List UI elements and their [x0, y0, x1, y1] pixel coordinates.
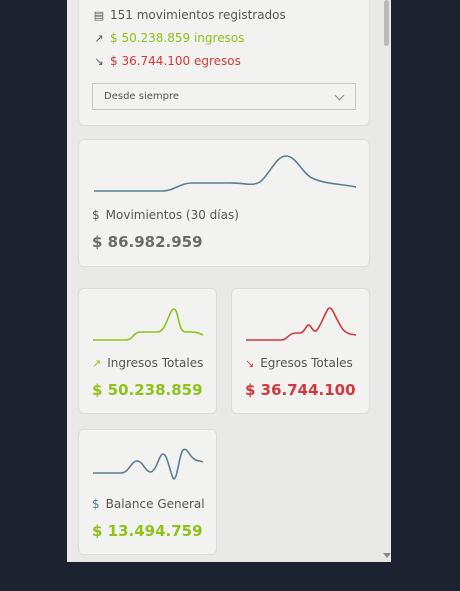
movements-card[interactable]: $ Movimientos (30 días) $ 86.982.959 — [78, 139, 370, 267]
expense-label: Egresos Totales — [260, 356, 353, 370]
scroll-down-arrow-icon[interactable] — [383, 553, 391, 558]
balance-value: $ 13.494.759 — [92, 522, 203, 540]
income-summary: $ 50.238.859 ingresos — [110, 31, 245, 45]
period-select-value: Desde siempre — [104, 91, 180, 102]
dollar-icon: $ — [92, 208, 100, 222]
dollar-icon: $ — [92, 497, 100, 511]
expense-card[interactable]: ↘ Egresos Totales $ 36.744.100 — [231, 288, 370, 414]
scrollbar-thumb[interactable] — [384, 0, 389, 46]
movements-label: Movimientos (30 días) — [105, 208, 239, 222]
income-sparkline — [93, 308, 204, 341]
balance-label: Balance General — [105, 497, 205, 511]
expense-summary: $ 36.744.100 egresos — [110, 54, 241, 68]
movements-value: $ 86.982.959 — [92, 233, 203, 251]
movements-label-row: $ Movimientos (30 días) — [92, 208, 239, 222]
chevron-down-icon — [334, 90, 345, 101]
expense-value: $ 36.744.100 — [245, 381, 356, 399]
expense-label-row: ↘ Egresos Totales — [245, 356, 353, 370]
income-label-row: ↗ Ingresos Totales — [92, 356, 203, 370]
trending-down-icon: ↘ — [94, 54, 104, 68]
scrollbar[interactable] — [382, 0, 391, 562]
income-card[interactable]: ↗ Ingresos Totales $ 50.238.859 — [78, 288, 217, 414]
income-label: Ingresos Totales — [107, 356, 204, 370]
summary-card: ▤ 151 movimientos registrados ↗ $ 50.238… — [78, 0, 370, 126]
income-value: $ 50.238.859 — [92, 381, 203, 399]
expense-sparkline — [246, 307, 357, 341]
balance-label-row: $ Balance General — [92, 497, 205, 511]
movements-count-row: ▤ 151 movimientos registrados — [93, 8, 286, 22]
movements-sparkline — [94, 155, 357, 192]
balance-card[interactable]: $ Balance General $ 13.494.759 — [78, 429, 217, 555]
trending-up-icon: ↗ — [94, 31, 104, 45]
period-select[interactable]: Desde siempre — [92, 83, 356, 110]
income-summary-row: ↗ $ 50.238.859 ingresos — [93, 31, 244, 45]
movements-count: 151 movimientos registrados — [110, 8, 286, 22]
expense-summary-row: ↘ $ 36.744.100 egresos — [93, 54, 241, 68]
trending-down-icon: ↘ — [245, 356, 255, 370]
trending-up-icon: ↗ — [92, 356, 102, 370]
document-icon: ▤ — [93, 8, 105, 22]
balance-sparkline — [93, 448, 204, 480]
